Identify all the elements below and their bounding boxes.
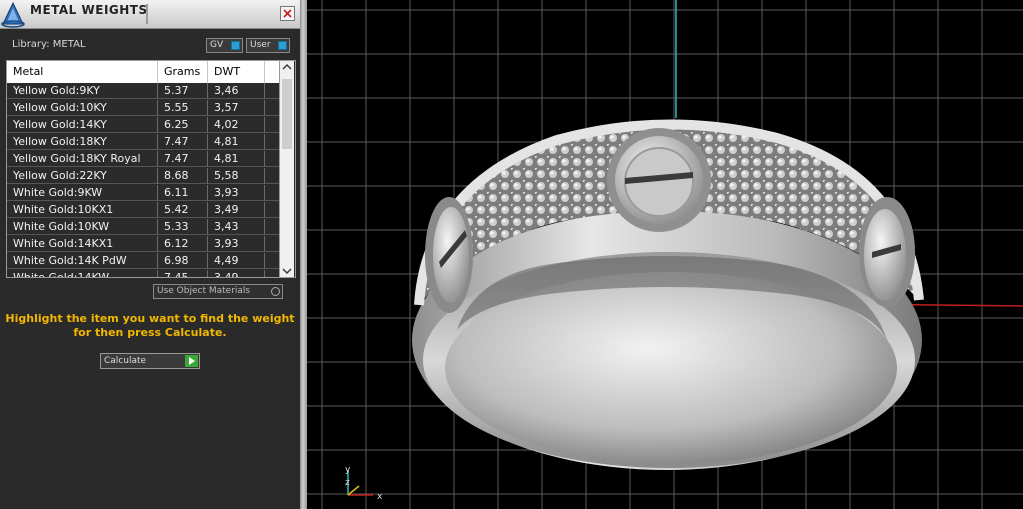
cell-grams: 7.47 — [158, 151, 208, 167]
scrollbar-thumb[interactable] — [282, 79, 292, 149]
close-button[interactable] — [280, 6, 295, 21]
3d-viewport[interactable]: y z x — [307, 0, 1023, 509]
scroll-down-icon[interactable] — [282, 267, 292, 275]
cell-grams: 5.42 — [158, 202, 208, 218]
axis-label-y: y — [345, 465, 351, 475]
cell-metal: White Gold:14KW — [7, 270, 158, 277]
calculate-button[interactable]: Calculate — [100, 353, 200, 369]
cell-metal: Yellow Gold:9KY — [7, 83, 158, 99]
viewport-canvas[interactable]: y z x — [307, 0, 1023, 509]
table-row[interactable]: Yellow Gold:14KY 6.25 4,02 — [7, 117, 279, 133]
column-header-metal[interactable]: Metal — [7, 61, 158, 83]
gv-toggle-knob — [231, 41, 240, 50]
cell-dwt: 4,49 — [208, 253, 265, 269]
axis-label-z: z — [345, 478, 350, 488]
library-label: Library: METAL — [12, 39, 86, 50]
cell-metal: Yellow Gold:14KY — [7, 117, 158, 133]
cell-dwt: 3,43 — [208, 219, 265, 235]
axis-gizmo: y z x — [345, 465, 383, 502]
cell-grams: 7.47 — [158, 134, 208, 150]
column-header-dwt[interactable]: DWT — [208, 61, 265, 83]
cell-dwt: 4,02 — [208, 117, 265, 133]
cell-metal: White Gold:14KX1 — [7, 236, 158, 252]
play-arrow-icon — [185, 355, 198, 367]
cell-grams: 5.55 — [158, 100, 208, 116]
table-row[interactable]: White Gold:9KW 6.11 3,93 — [7, 185, 279, 201]
cell-metal: Yellow Gold:22KY — [7, 168, 158, 184]
panel-titlebar[interactable]: METAL WEIGHTS — [0, 0, 300, 29]
close-icon — [283, 9, 292, 18]
gv-toggle-label: GV — [210, 40, 224, 50]
cell-dwt: 3,57 — [208, 100, 265, 116]
table-row[interactable]: White Gold:14KW 7.45 3,49 — [7, 270, 279, 277]
cell-dwt: 3,49 — [208, 202, 265, 218]
cell-grams: 6.11 — [158, 185, 208, 201]
metal-table[interactable]: Metal Grams DWT Yellow Gold:9KY 5.37 3,46 Y… — [6, 60, 296, 278]
right-screw-icon — [859, 197, 915, 307]
panel-title: METAL WEIGHTS — [30, 3, 148, 17]
metal-weights-panel: METAL WEIGHTS Library: METAL GV User Met… — [0, 0, 300, 509]
left-screw-icon — [425, 197, 473, 313]
cell-metal: Yellow Gold:18KY — [7, 134, 158, 150]
axis-label-x: x — [377, 492, 383, 502]
cell-dwt: 3,93 — [208, 236, 265, 252]
cell-grams: 5.37 — [158, 83, 208, 99]
center-screw-icon — [607, 128, 711, 232]
user-toggle[interactable]: User — [246, 38, 290, 53]
cell-grams: 6.25 — [158, 117, 208, 133]
table-row[interactable]: White Gold:14K PdW 6.98 4,49 — [7, 253, 279, 269]
title-divider — [146, 4, 148, 24]
table-row[interactable]: White Gold:10KX1 5.42 3,49 — [7, 202, 279, 218]
scroll-up-icon[interactable] — [282, 63, 292, 71]
cell-dwt: 4,81 — [208, 151, 265, 167]
panel-splitter[interactable] — [300, 0, 307, 509]
cell-metal: Yellow Gold:18KY Royal — [7, 151, 158, 167]
cell-metal: White Gold:10KX1 — [7, 202, 158, 218]
cell-dwt: 4,81 — [208, 134, 265, 150]
calculate-label: Calculate — [104, 356, 147, 366]
ring-model — [412, 119, 924, 470]
gv-toggle[interactable]: GV — [206, 38, 243, 53]
cell-dwt: 5,58 — [208, 168, 265, 184]
cell-grams: 8.68 — [158, 168, 208, 184]
cell-grams: 6.12 — [158, 236, 208, 252]
cell-grams: 7.45 — [158, 270, 208, 277]
cell-metal: White Gold:10KW — [7, 219, 158, 235]
cell-dwt: 3,93 — [208, 185, 265, 201]
app-logo-icon — [1, 1, 25, 28]
table-row[interactable]: Yellow Gold:18KY 7.47 4,81 — [7, 134, 279, 150]
cell-dwt: 3,46 — [208, 83, 265, 99]
use-object-materials-toggle[interactable]: Use Object Materials — [153, 284, 283, 299]
table-row[interactable]: White Gold:10KW 5.33 3,43 — [7, 219, 279, 235]
table-header: Metal Grams DWT — [7, 61, 279, 83]
user-toggle-label: User — [250, 40, 271, 50]
cell-metal: White Gold:14K PdW — [7, 253, 158, 269]
cell-grams: 5.33 — [158, 219, 208, 235]
table-row[interactable]: Yellow Gold:18KY Royal 7.47 4,81 — [7, 151, 279, 167]
cell-grams: 6.98 — [158, 253, 208, 269]
table-row[interactable]: Yellow Gold:10KY 5.55 3,57 — [7, 100, 279, 116]
cell-metal: White Gold:9KW — [7, 185, 158, 201]
instruction-line-2: for then press Calculate. — [73, 326, 227, 339]
user-toggle-knob — [278, 41, 287, 50]
table-row[interactable]: Yellow Gold:9KY 5.37 3,46 — [7, 83, 279, 99]
table-row[interactable]: White Gold:14KX1 6.12 3,93 — [7, 236, 279, 252]
use-object-materials-label: Use Object Materials — [157, 286, 251, 296]
radio-icon — [271, 287, 280, 296]
table-row[interactable]: Yellow Gold:22KY 8.68 5,58 — [7, 168, 279, 184]
column-header-grams[interactable]: Grams — [158, 61, 208, 83]
table-scrollbar[interactable] — [279, 61, 294, 277]
cell-dwt: 3,49 — [208, 270, 265, 277]
instruction-line-1: Highlight the item you want to find the … — [5, 312, 295, 325]
cell-metal: Yellow Gold:10KY — [7, 100, 158, 116]
